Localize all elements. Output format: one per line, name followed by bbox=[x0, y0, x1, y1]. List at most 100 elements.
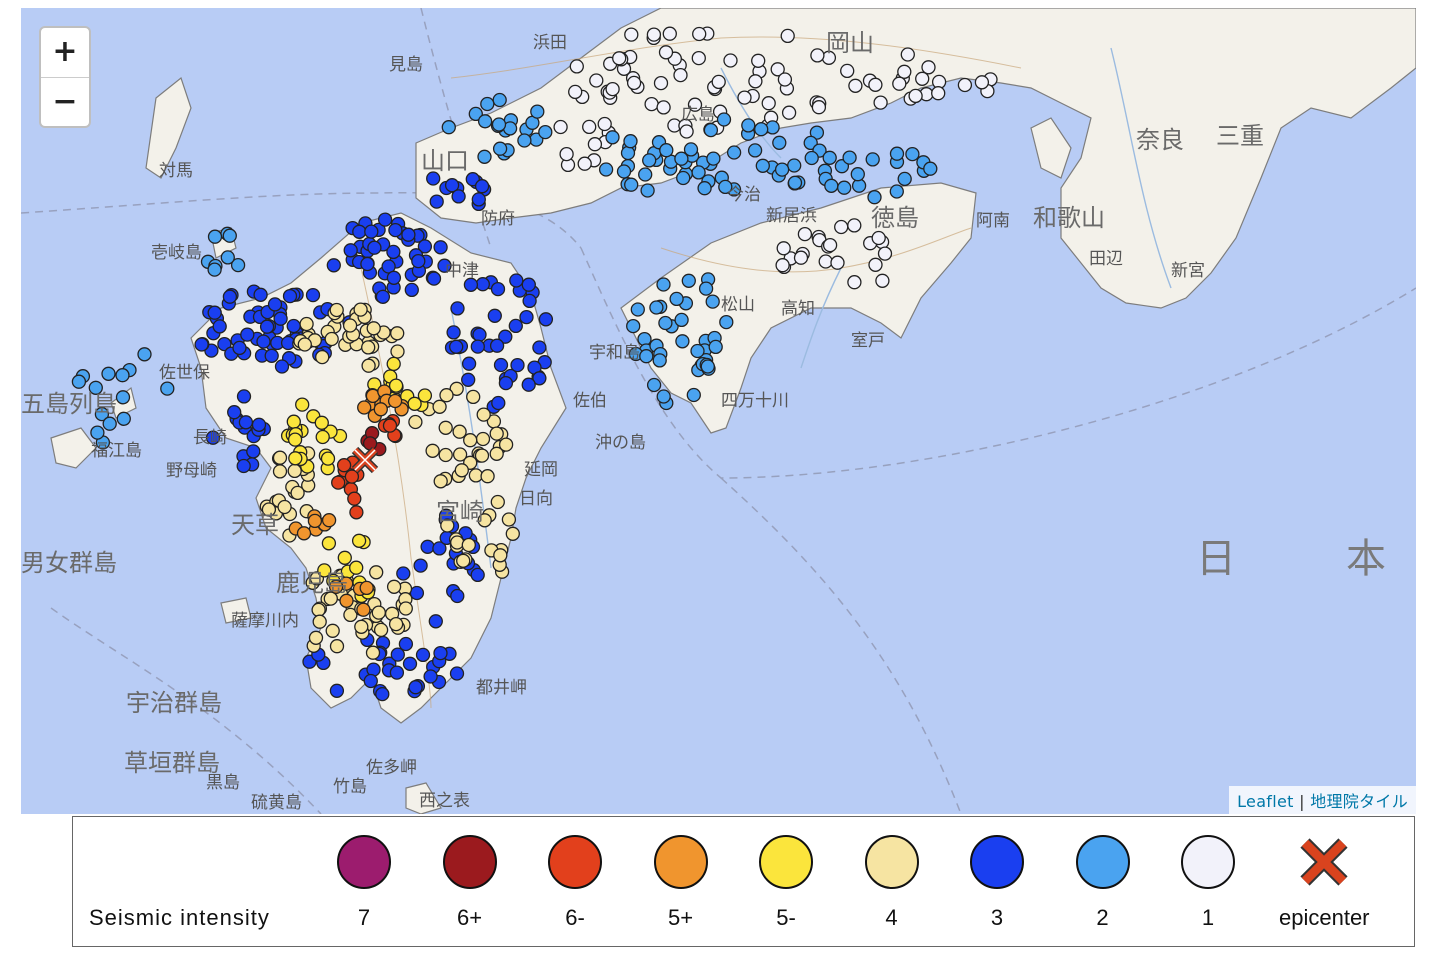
station-marker bbox=[847, 218, 862, 233]
station-marker bbox=[751, 53, 766, 68]
station-marker bbox=[656, 389, 671, 404]
station-marker bbox=[646, 377, 662, 393]
station-marker bbox=[658, 45, 674, 60]
station-marker bbox=[349, 560, 364, 575]
station-marker bbox=[774, 162, 790, 177]
place-label: 鹿児島 bbox=[276, 569, 348, 597]
place-label: 浜田 bbox=[533, 33, 567, 53]
gsi-tiles-link[interactable]: 地理院タイル bbox=[1310, 792, 1408, 811]
station-marker bbox=[220, 250, 235, 265]
station-marker bbox=[287, 432, 303, 447]
station-marker bbox=[272, 464, 288, 479]
station-marker bbox=[287, 463, 302, 479]
place-label: 防府 bbox=[481, 209, 515, 229]
station-marker bbox=[871, 230, 886, 246]
station-marker bbox=[691, 50, 706, 66]
place-label: 中津 bbox=[445, 261, 479, 281]
station-marker bbox=[451, 189, 466, 204]
station-marker bbox=[487, 308, 502, 323]
station-marker bbox=[472, 327, 487, 342]
station-marker bbox=[837, 180, 852, 195]
legend-label: 4 bbox=[885, 905, 898, 930]
station-marker bbox=[877, 246, 893, 261]
station-marker bbox=[420, 539, 435, 554]
legend-item: 5- bbox=[741, 835, 831, 931]
station-marker bbox=[723, 53, 738, 68]
zoom-out-button[interactable]: − bbox=[41, 78, 89, 127]
station-marker bbox=[690, 343, 705, 359]
station-marker bbox=[371, 605, 386, 620]
station-marker bbox=[787, 158, 802, 173]
station-marker bbox=[686, 387, 701, 403]
station-marker bbox=[716, 112, 732, 127]
legend-item: 5+ bbox=[636, 835, 726, 931]
station-marker bbox=[669, 291, 684, 307]
legend-title: Seismic intensity bbox=[89, 905, 270, 930]
zoom-in-button[interactable]: + bbox=[41, 28, 89, 78]
station-marker bbox=[522, 293, 537, 309]
station-marker bbox=[256, 334, 271, 349]
place-label: 新居浜 bbox=[766, 206, 817, 226]
station-marker bbox=[498, 375, 514, 391]
station-marker bbox=[433, 645, 448, 661]
place-label: 田辺 bbox=[1089, 249, 1123, 269]
station-marker bbox=[747, 143, 763, 158]
place-label: 奈良 bbox=[1136, 126, 1184, 154]
station-marker bbox=[793, 250, 809, 265]
station-marker bbox=[697, 181, 712, 196]
station-marker bbox=[390, 647, 405, 662]
station-marker bbox=[530, 104, 545, 119]
station-marker bbox=[644, 96, 659, 112]
legend-swatch bbox=[548, 835, 602, 889]
place-label: 五島列島 bbox=[21, 390, 117, 418]
station-marker bbox=[772, 135, 787, 150]
place-label: 壱岐島 bbox=[151, 243, 202, 263]
place-label: 佐伯 bbox=[573, 391, 607, 411]
station-marker bbox=[681, 273, 696, 288]
station-marker bbox=[517, 133, 532, 148]
place-label: 長崎 bbox=[193, 428, 227, 448]
leaflet-link[interactable]: Leaflet bbox=[1237, 792, 1294, 811]
station-marker bbox=[351, 533, 367, 548]
place-label: 広島 bbox=[681, 105, 715, 125]
legend-swatch bbox=[970, 835, 1024, 889]
station-marker bbox=[510, 357, 525, 373]
station-marker bbox=[711, 74, 726, 90]
station-marker bbox=[605, 130, 620, 145]
station-marker bbox=[492, 141, 508, 156]
station-marker bbox=[207, 262, 222, 277]
station-marker bbox=[818, 254, 833, 269]
station-marker bbox=[521, 277, 536, 292]
station-marker bbox=[840, 63, 855, 79]
station-marker bbox=[387, 393, 403, 409]
station-marker bbox=[326, 258, 341, 273]
station-marker bbox=[698, 281, 714, 296]
station-marker bbox=[652, 353, 667, 368]
station-marker bbox=[532, 340, 547, 355]
legend-label: 2 bbox=[1096, 905, 1109, 930]
intensity-legend: Seismic intensity 7 6+ 6- 5+ 5- 4 3 2 1 epicente… bbox=[72, 816, 1415, 947]
station-marker bbox=[429, 194, 444, 209]
legend-swatch bbox=[1181, 835, 1235, 889]
station-marker bbox=[461, 356, 477, 371]
station-marker bbox=[649, 300, 664, 315]
place-label: 天草 bbox=[231, 511, 279, 539]
station-marker bbox=[897, 64, 912, 79]
station-marker bbox=[639, 349, 654, 364]
station-marker bbox=[630, 302, 645, 317]
station-marker bbox=[274, 359, 290, 374]
zoom-control: + − bbox=[39, 26, 91, 128]
legend-item: 2 bbox=[1058, 835, 1148, 931]
station-marker bbox=[382, 418, 398, 433]
station-marker bbox=[616, 164, 632, 179]
station-marker bbox=[470, 339, 485, 354]
station-marker bbox=[425, 443, 440, 458]
map-view[interactable]: 岡山 浜田 見島 山口 防府 広島 今治 松山 新居浜 徳島 阿南 和歌山 田辺… bbox=[21, 8, 1416, 814]
station-marker bbox=[761, 96, 776, 111]
place-label: 徳島 bbox=[871, 204, 919, 232]
station-marker bbox=[489, 426, 504, 441]
station-marker bbox=[737, 90, 752, 105]
station-marker bbox=[449, 666, 465, 681]
place-label: 和歌山 bbox=[1033, 204, 1105, 232]
station-marker bbox=[329, 302, 344, 318]
